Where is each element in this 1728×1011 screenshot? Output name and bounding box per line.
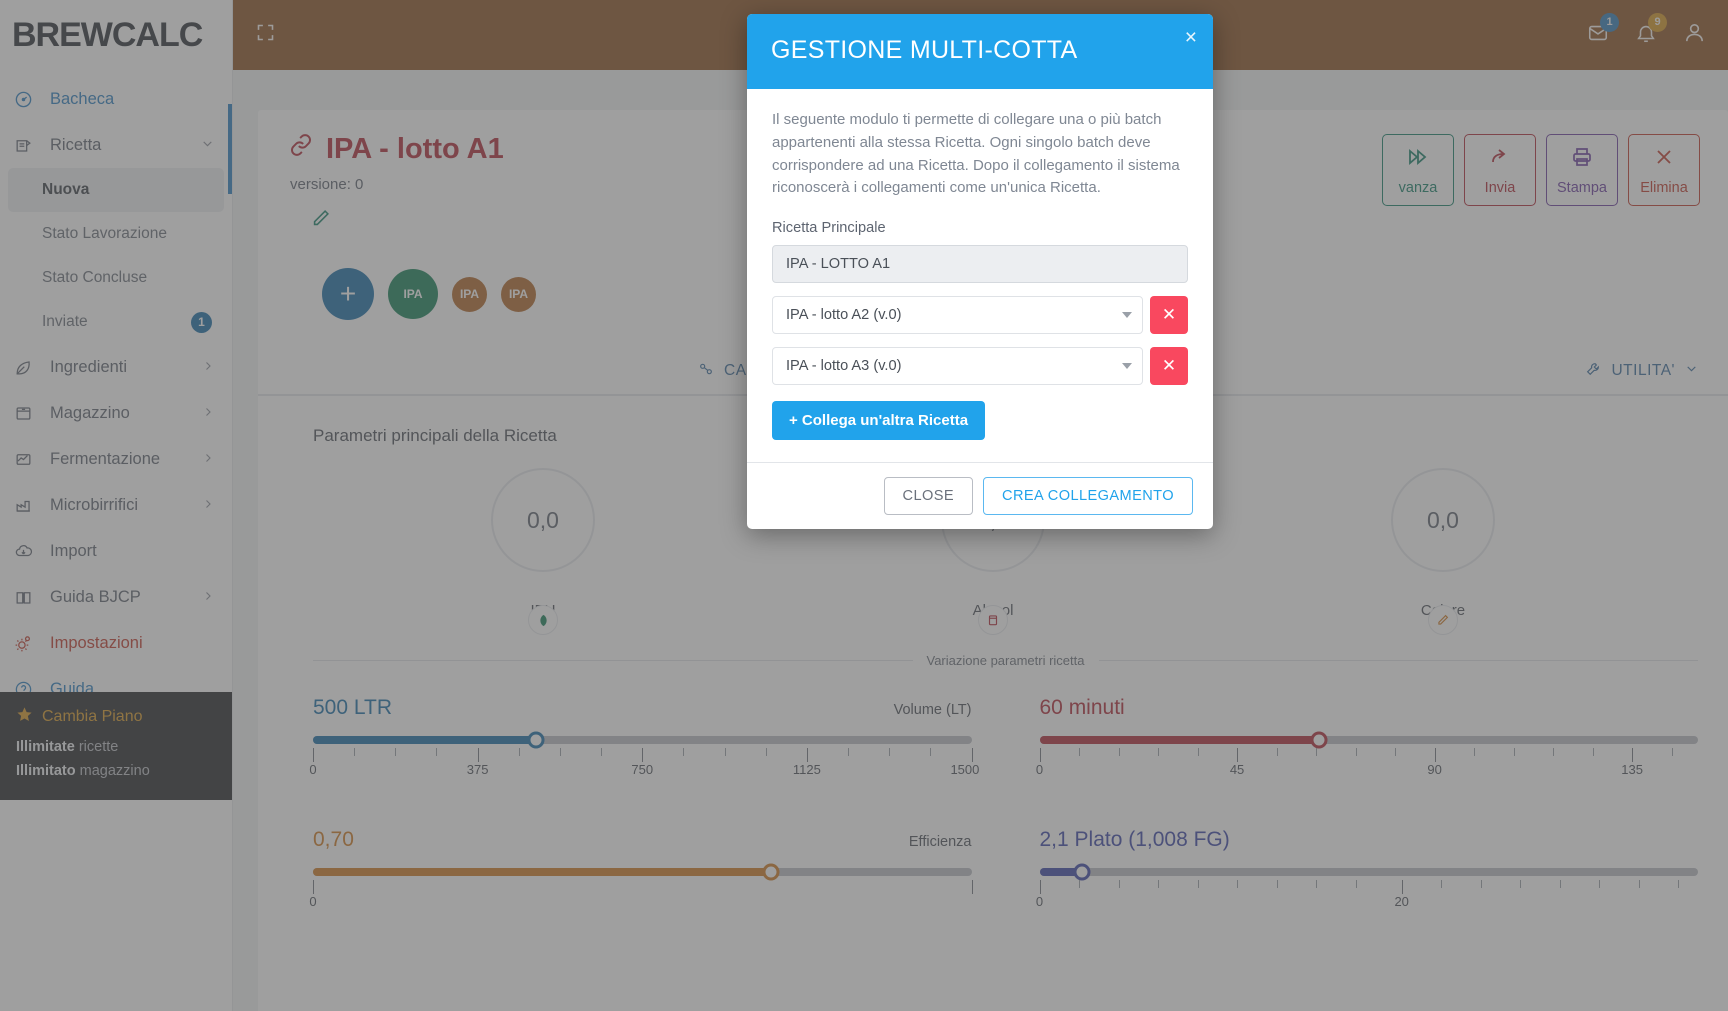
close-icon[interactable]: × [1185, 27, 1197, 48]
close-button[interactable]: CLOSE [883, 477, 974, 516]
create-link-button[interactable]: CREA COLLEGAMENTO [983, 477, 1193, 516]
main-recipe-input[interactable] [772, 245, 1188, 284]
multi-cotta-modal: GESTIONE MULTI-COTTA × Il seguente modul… [747, 14, 1213, 530]
remove-link-button[interactable]: ✕ [1150, 296, 1188, 335]
modal-header: GESTIONE MULTI-COTTA × [747, 14, 1213, 89]
add-link-button[interactable]: + Collega un'altra Ricetta [772, 401, 986, 441]
modal-body: Il seguente modulo ti permette di colleg… [747, 89, 1213, 462]
modal-footer: CLOSE CREA COLLEGAMENTO [747, 462, 1213, 529]
modal-description: Il seguente modulo ti permette di colleg… [772, 111, 1180, 197]
linked-recipe-select-wrap: IPA - lotto A3 (v.0) [772, 347, 1143, 386]
modal-title: GESTIONE MULTI-COTTA [771, 36, 1078, 64]
linked-recipe-row: IPA - lotto A2 (v.0) ✕ [772, 296, 1188, 335]
remove-link-button[interactable]: ✕ [1150, 347, 1188, 386]
main-recipe-label: Ricetta Principale [772, 220, 886, 237]
linked-recipe-row: IPA - lotto A3 (v.0) ✕ [772, 347, 1188, 386]
linked-recipe-select[interactable]: IPA - lotto A3 (v.0) [772, 347, 1143, 386]
linked-recipe-select-wrap: IPA - lotto A2 (v.0) [772, 296, 1143, 335]
linked-recipe-select[interactable]: IPA - lotto A2 (v.0) [772, 296, 1143, 335]
